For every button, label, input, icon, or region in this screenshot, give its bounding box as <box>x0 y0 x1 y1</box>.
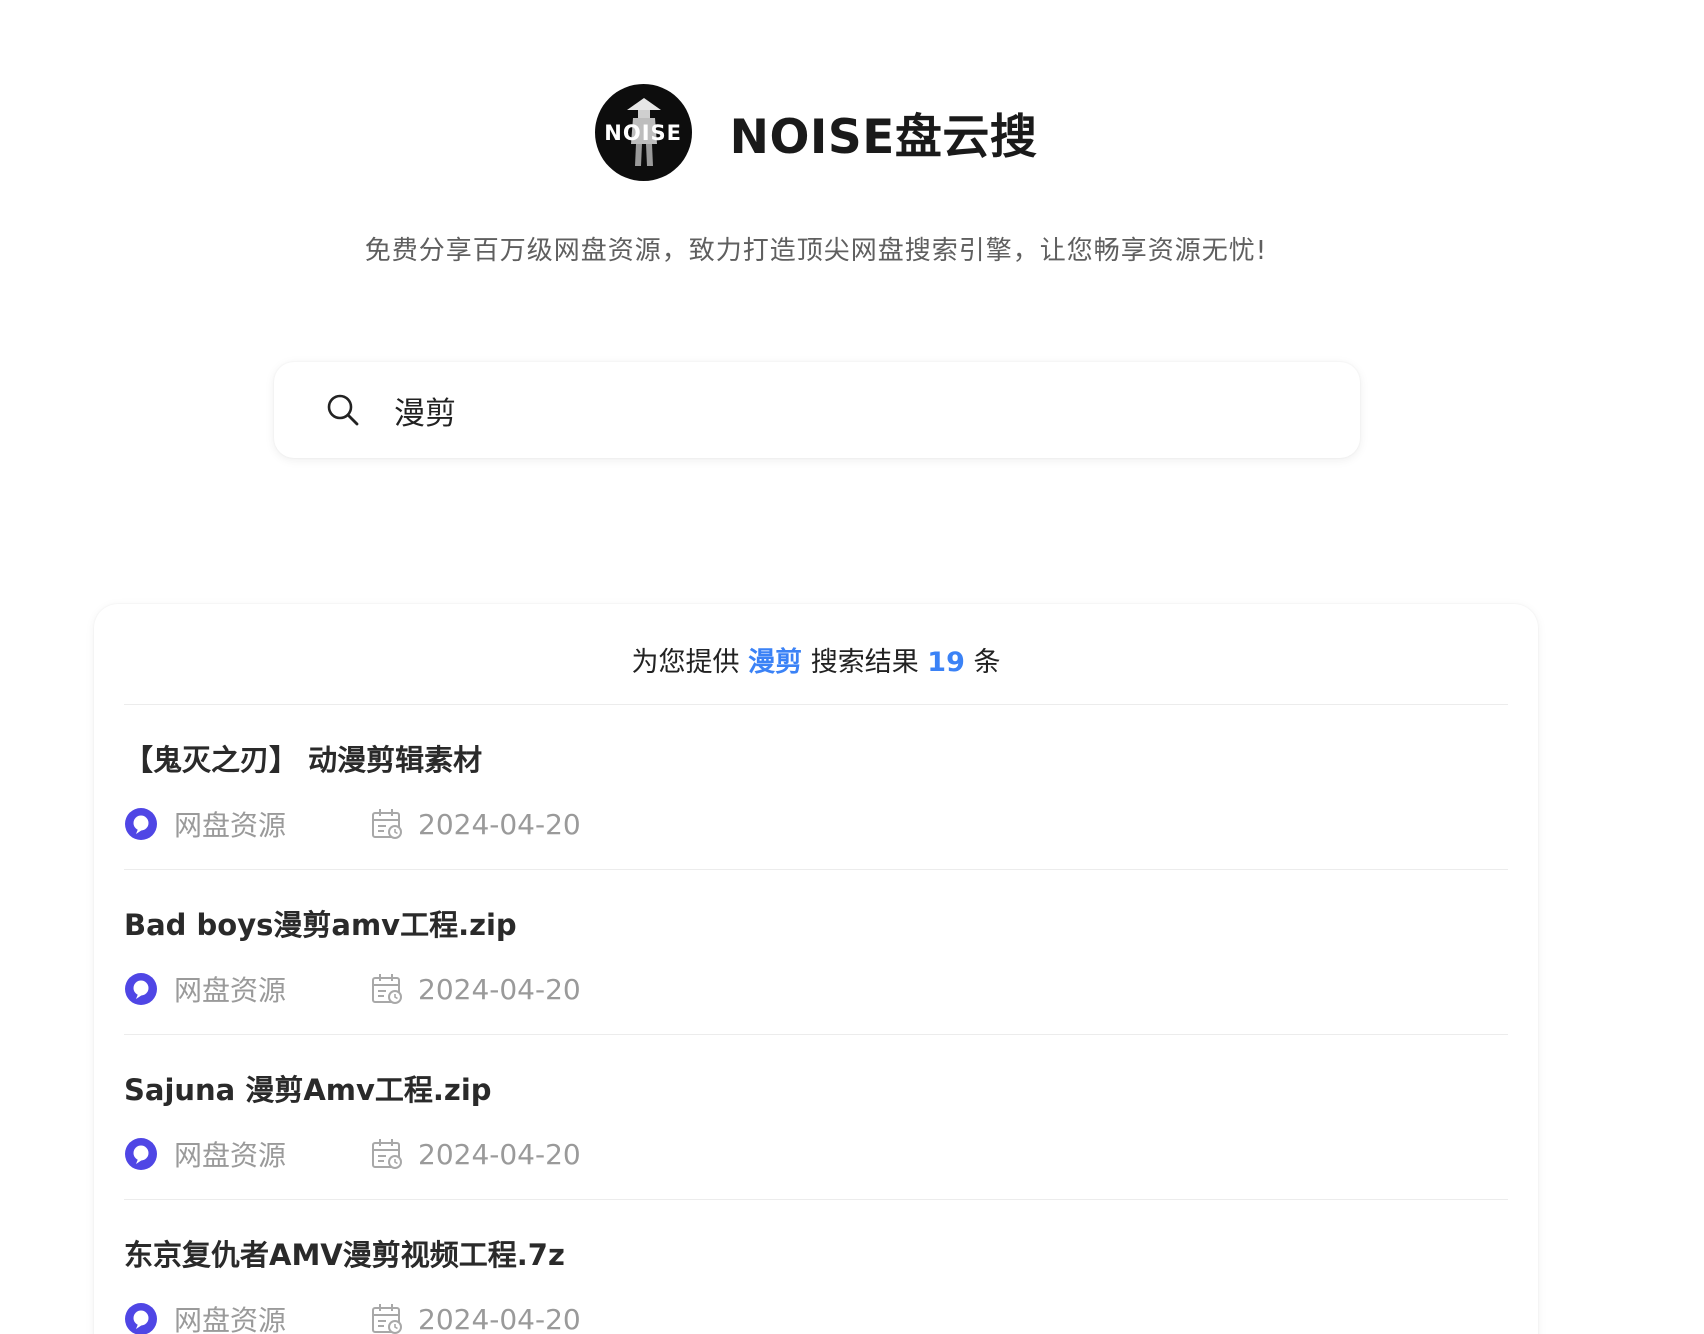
brand-header: NOISE NOISE盘云搜 <box>0 84 1632 181</box>
cloud-drive-icon <box>124 1137 158 1171</box>
search-icon[interactable] <box>326 393 360 427</box>
result-date: 2024-04-20 <box>418 807 581 841</box>
result-date: 2024-04-20 <box>418 1302 581 1334</box>
results-middle: 搜索结果 <box>810 647 919 678</box>
result-item[interactable]: 【鬼灭之刃】 动漫剪辑素材 网盘资源 2024-04-20 <box>124 705 1508 869</box>
result-item[interactable]: 东京复仇者AMV漫剪视频工程.7z 网盘资源 2024-04-20 <box>124 1200 1508 1334</box>
cloud-drive-icon <box>124 972 158 1006</box>
result-title[interactable]: 东京复仇者AMV漫剪视频工程.7z <box>124 1232 565 1274</box>
result-title[interactable]: 【鬼灭之刃】 动漫剪辑素材 <box>124 737 482 779</box>
result-meta: 网盘资源 2024-04-20 <box>124 1135 581 1173</box>
results-summary: 为您提供 漫剪 搜索结果 19 条 <box>94 640 1538 679</box>
result-date: 2024-04-20 <box>418 1137 581 1171</box>
results-suffix: 条 <box>973 647 1001 678</box>
tagline: 免费分享百万级网盘资源，致力打造顶尖网盘搜索引擎，让您畅享资源无忧! <box>364 236 1268 266</box>
source-label: 网盘资源 <box>174 1139 287 1172</box>
results-count: 19 <box>927 647 965 678</box>
source-label: 网盘资源 <box>174 1304 287 1334</box>
result-meta: 网盘资源 2024-04-20 <box>124 970 581 1008</box>
site-logo[interactable]: NOISE <box>594 84 692 181</box>
result-item[interactable]: Sajuna 漫剪Amv工程.zip 网盘资源 2024-04-20 <box>124 1035 1508 1199</box>
result-meta: 网盘资源 2024-04-20 <box>124 1300 581 1334</box>
results-keyword: 漫剪 <box>748 647 803 678</box>
calendar-icon <box>370 1137 404 1171</box>
cloud-drive-icon <box>124 1302 158 1334</box>
cloud-drive-icon <box>124 807 158 841</box>
page: NOISE NOISE盘云搜 免费分享百万级网盘资源，致力打造顶尖网盘搜索引擎，… <box>0 0 1704 1334</box>
calendar-icon <box>370 972 404 1006</box>
result-title[interactable]: Sajuna 漫剪Amv工程.zip <box>124 1067 492 1109</box>
result-meta: 网盘资源 2024-04-20 <box>124 805 581 843</box>
source-label: 网盘资源 <box>174 809 287 842</box>
result-title[interactable]: Bad boys漫剪amv工程.zip <box>124 902 517 944</box>
search-input[interactable] <box>394 392 1294 428</box>
calendar-icon <box>370 807 404 841</box>
site-title: NOISE盘云搜 <box>729 110 1038 165</box>
result-item[interactable]: Bad boys漫剪amv工程.zip 网盘资源 2024-04-20 <box>124 870 1508 1034</box>
search-box[interactable] <box>274 362 1360 458</box>
results-card: 为您提供 漫剪 搜索结果 19 条 【鬼灭之刃】 动漫剪辑素材 网盘资源 202… <box>94 604 1538 1334</box>
results-prefix: 为您提供 <box>631 647 740 678</box>
logo-text: NOISE <box>604 120 682 145</box>
result-date: 2024-04-20 <box>418 972 581 1006</box>
source-label: 网盘资源 <box>174 974 287 1007</box>
calendar-icon <box>370 1302 404 1334</box>
